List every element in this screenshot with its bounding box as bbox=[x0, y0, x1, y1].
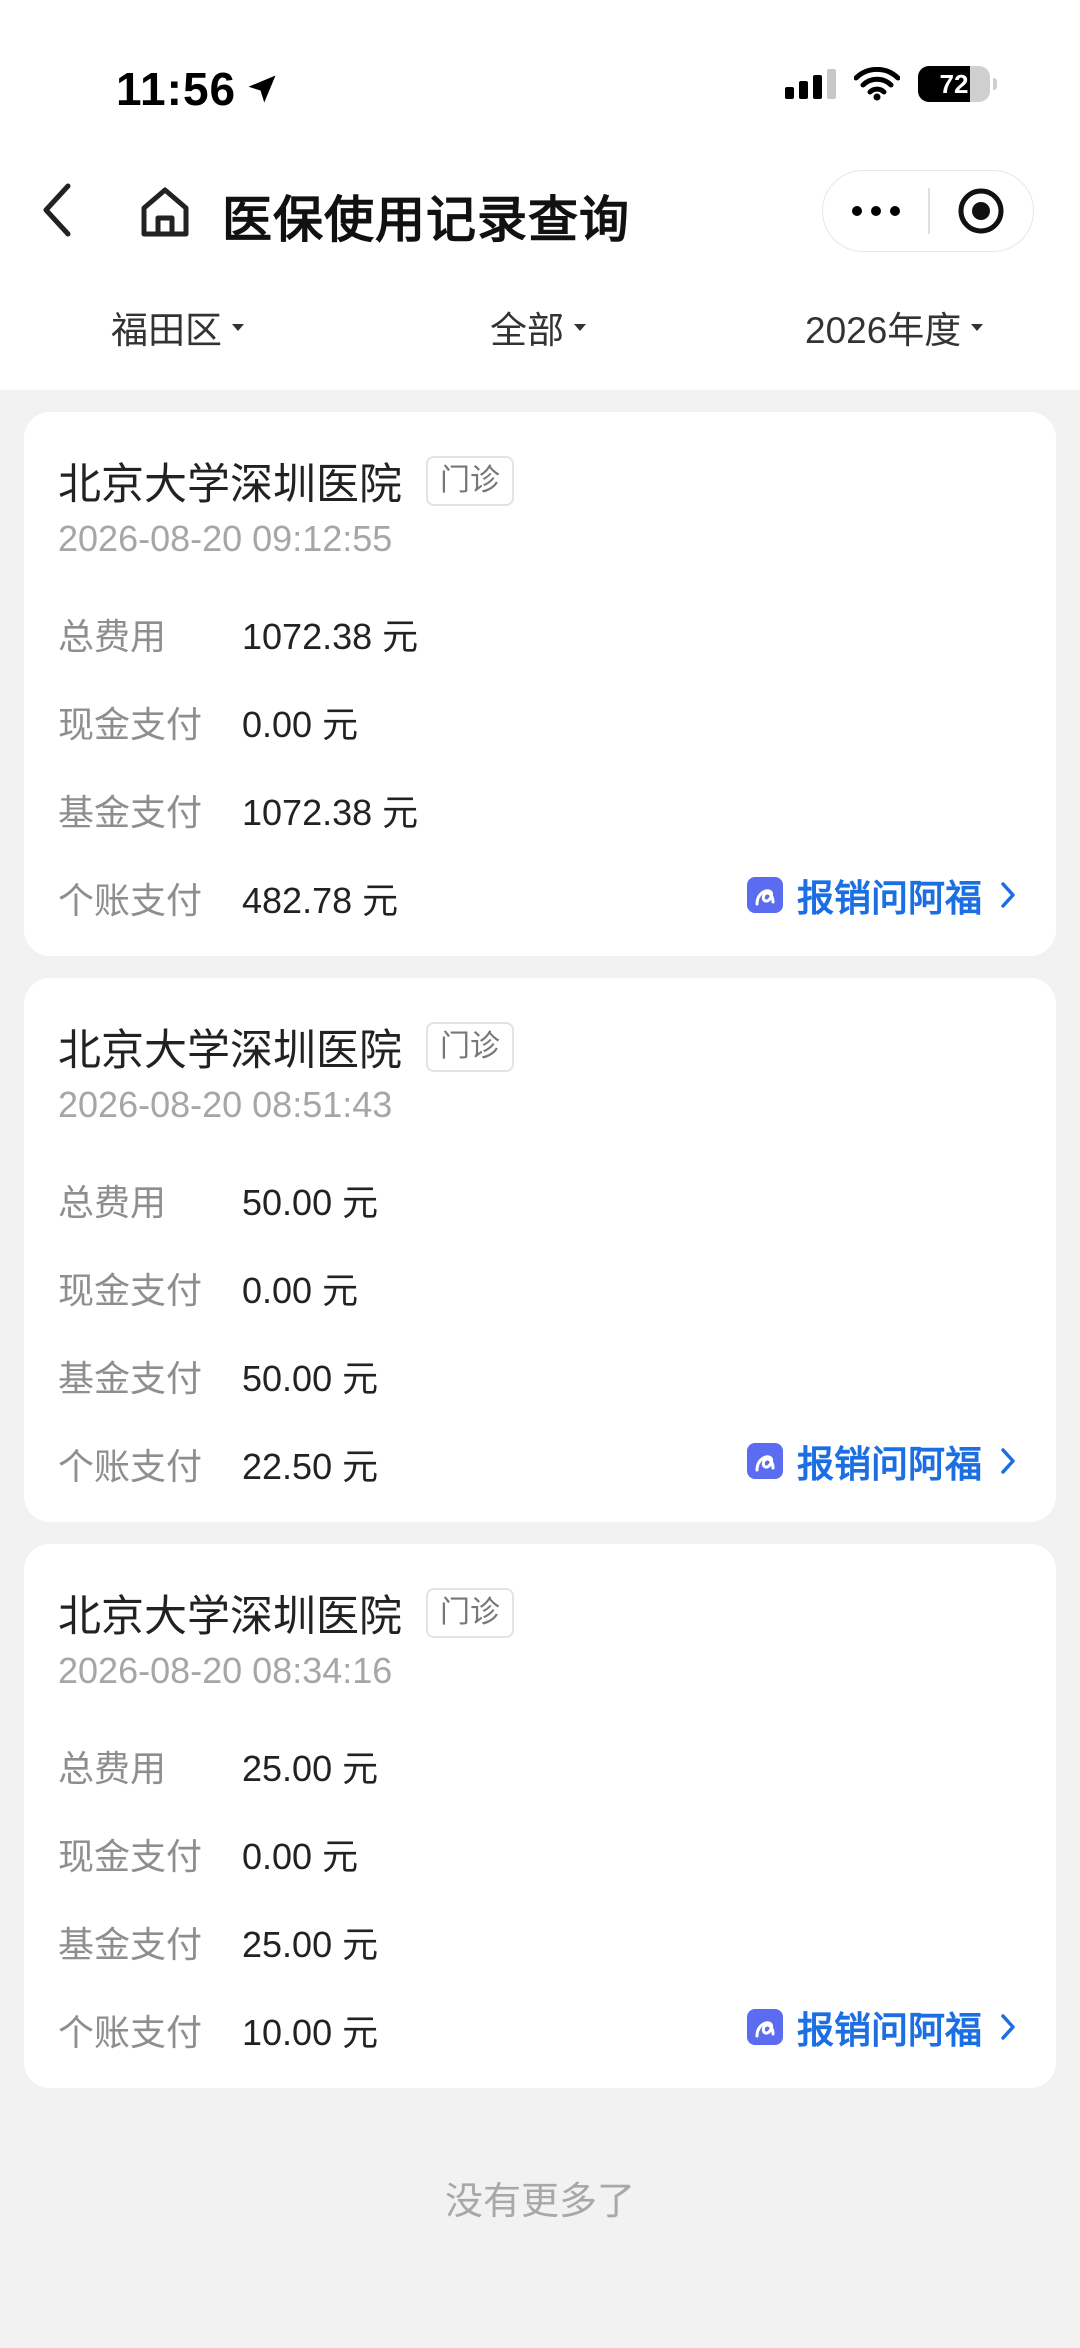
record-card[interactable]: 北京大学深圳医院 门诊 2026-08-20 08:51:43 总费用 50.0… bbox=[24, 978, 1056, 1522]
mini-program-capsule bbox=[822, 170, 1034, 252]
caret-down-icon bbox=[574, 323, 586, 331]
hospital-name: 北京大学深圳医院 bbox=[58, 1593, 402, 1641]
fund-pay-label: 基金支付 bbox=[58, 1924, 203, 1965]
ask-afu-label: 报销问阿福 bbox=[797, 2010, 982, 2051]
ask-afu-button[interactable]: 报销问阿福 bbox=[747, 1434, 1016, 1488]
caret-down-icon bbox=[232, 323, 244, 331]
ask-afu-label: 报销问阿福 bbox=[797, 878, 982, 919]
signal-icon bbox=[785, 69, 836, 99]
chevron-right-icon bbox=[1001, 2014, 1015, 2040]
more-icon bbox=[851, 206, 862, 216]
more-icon-dot bbox=[870, 206, 881, 216]
visit-type-tag: 门诊 bbox=[426, 456, 514, 506]
fund-pay-label: 基金支付 bbox=[58, 1358, 203, 1399]
status-time-text: 11:56 bbox=[116, 63, 237, 115]
personal-account-label: 个账支付 bbox=[58, 1446, 203, 1487]
afu-assistant-icon bbox=[747, 877, 783, 913]
page-title: 医保使用记录查询 bbox=[222, 192, 630, 248]
fund-pay-value: 25.00 元 bbox=[242, 1924, 379, 1965]
fund-pay-label: 基金支付 bbox=[58, 792, 203, 833]
home-icon bbox=[141, 187, 189, 237]
total-fee-value: 1072.38 元 bbox=[242, 616, 419, 657]
cash-pay-value: 0.00 元 bbox=[242, 704, 359, 745]
chevron-right-icon bbox=[1001, 1448, 1015, 1474]
total-fee-label: 总费用 bbox=[58, 1748, 167, 1789]
more-button[interactable] bbox=[823, 171, 928, 251]
chevron-right-icon bbox=[1001, 882, 1015, 908]
status-indicators: 72 bbox=[785, 66, 997, 102]
personal-account-value: 10.00 元 bbox=[242, 2012, 379, 2053]
wifi-icon bbox=[854, 67, 900, 101]
personal-account-value: 22.50 元 bbox=[242, 1446, 379, 1487]
total-fee-value: 25.00 元 bbox=[242, 1748, 379, 1789]
filter-year-label: 2026年度 bbox=[805, 310, 962, 351]
ask-afu-button[interactable]: 报销问阿福 bbox=[747, 2000, 1016, 2054]
ask-afu-button[interactable]: 报销问阿福 bbox=[747, 868, 1016, 922]
personal-account-label: 个账支付 bbox=[58, 2012, 203, 2053]
cash-pay-label: 现金支付 bbox=[58, 704, 203, 745]
caret-down-icon bbox=[971, 323, 984, 331]
record-card[interactable]: 北京大学深圳医院 门诊 2026-08-20 08:34:16 总费用 25.0… bbox=[24, 1544, 1056, 2088]
record-time: 2026-08-20 08:34:16 bbox=[58, 1650, 393, 1691]
filter-type-label: 全部 bbox=[490, 310, 564, 351]
visit-type-tag: 门诊 bbox=[426, 1022, 514, 1072]
close-target-icon bbox=[958, 188, 1004, 234]
hospital-name: 北京大学深圳医院 bbox=[58, 1027, 402, 1075]
total-fee-label: 总费用 bbox=[58, 616, 167, 657]
visit-type-tag: 门诊 bbox=[426, 1588, 514, 1638]
home-button[interactable] bbox=[136, 182, 194, 240]
hospital-row: 北京大学深圳医院 门诊 bbox=[58, 1016, 514, 1078]
hospital-row: 北京大学深圳医院 门诊 bbox=[58, 450, 514, 512]
record-time: 2026-08-20 08:51:43 bbox=[58, 1084, 393, 1125]
cash-pay-value: 0.00 元 bbox=[242, 1836, 359, 1877]
total-fee-label: 总费用 bbox=[58, 1182, 167, 1223]
status-time: 11:56 bbox=[116, 62, 280, 116]
more-icon-dot bbox=[889, 206, 900, 216]
afu-assistant-icon bbox=[747, 2009, 783, 2045]
cash-pay-label: 现金支付 bbox=[58, 1836, 203, 1877]
battery-icon: 72 bbox=[918, 66, 997, 102]
personal-account-value: 482.78 元 bbox=[242, 880, 399, 921]
filter-type[interactable]: 全部 bbox=[490, 300, 586, 354]
filter-district[interactable]: 福田区 bbox=[111, 300, 244, 354]
location-arrow-icon bbox=[248, 75, 276, 103]
battery-level: 72 bbox=[939, 69, 969, 99]
no-more-text: 没有更多了 bbox=[444, 2181, 635, 2223]
filter-district-label: 福田区 bbox=[111, 310, 222, 351]
back-icon bbox=[43, 183, 71, 237]
cash-pay-label: 现金支付 bbox=[58, 1270, 203, 1311]
ask-afu-label: 报销问阿福 bbox=[797, 1444, 982, 1485]
cash-pay-value: 0.00 元 bbox=[242, 1270, 359, 1311]
personal-account-label: 个账支付 bbox=[58, 880, 203, 921]
hospital-name: 北京大学深圳医院 bbox=[58, 461, 402, 509]
back-button[interactable] bbox=[40, 180, 90, 240]
record-card[interactable]: 北京大学深圳医院 门诊 2026-08-20 09:12:55 总费用 1072… bbox=[24, 412, 1056, 956]
total-fee-value: 50.00 元 bbox=[242, 1182, 379, 1223]
fund-pay-value: 1072.38 元 bbox=[242, 792, 419, 833]
afu-assistant-icon bbox=[747, 1443, 783, 1479]
close-button[interactable] bbox=[930, 171, 1033, 251]
record-time: 2026-08-20 09:12:55 bbox=[58, 518, 393, 559]
hospital-row: 北京大学深圳医院 门诊 bbox=[58, 1582, 514, 1644]
fund-pay-value: 50.00 元 bbox=[242, 1358, 379, 1399]
filter-year[interactable]: 2026年度 bbox=[805, 300, 984, 354]
